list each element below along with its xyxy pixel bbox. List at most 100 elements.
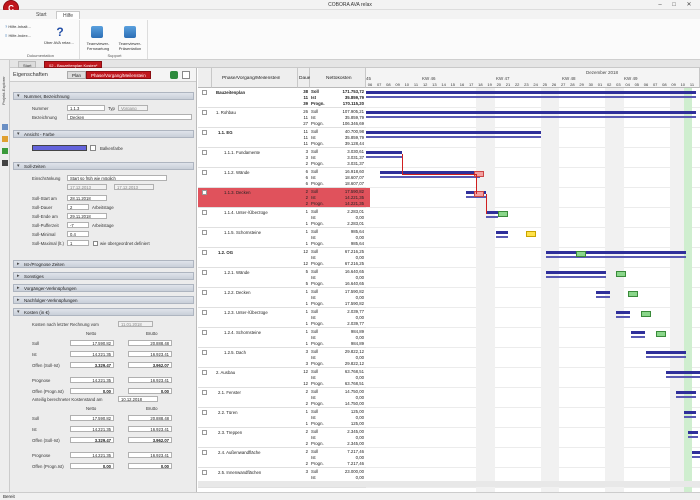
teamviewer-presentation-icon[interactable] [124, 26, 136, 38]
table-row[interactable]: 2.4. Außenwandfläche 2 Soll 7.217,46 Ist 0,00… [198, 448, 370, 468]
table-row[interactable]: 1.1.2. Wände 6 Soll 16.918,60 6 Ist 18.607,07 6… [198, 168, 370, 188]
table-row[interactable]: 2.2. Türen 1 Soll 125,00 Ist 0,00 1 Progn. 125,0… [198, 408, 370, 428]
nummer-field[interactable]: 1.1.3 [67, 105, 105, 111]
gantt-bar-ist[interactable] [684, 416, 696, 418]
section-vorganger[interactable]: Vorgänger-Verknüpfungen [13, 284, 194, 292]
row-checkbox[interactable] [202, 110, 207, 115]
color-picker-icon[interactable] [90, 145, 96, 151]
table-row[interactable]: 1.1.3. Decken 2 Soll 17.590,82 2 Ist 14.221,35… [198, 188, 370, 208]
gantt-bar-ist[interactable] [366, 96, 696, 98]
cost-marker-icon[interactable] [628, 291, 638, 297]
header-nettokosten[interactable]: Nettokosten [310, 68, 366, 88]
row-checkbox[interactable] [202, 310, 207, 315]
tab-phase-vorgang[interactable]: Phase/Vorgang/Meilenstein [86, 71, 151, 79]
tab-projekt-explorer[interactable]: Projekt-Explorer [1, 66, 9, 116]
gantt-bar-soll[interactable] [666, 371, 700, 374]
minimal-field[interactable]: 0,4 [67, 231, 89, 237]
row-checkbox[interactable] [202, 350, 207, 355]
table-row[interactable]: 1.1.1. Fundamente 3 Soll 3.030,61 3 Ist 3.031,… [198, 148, 370, 168]
ribbon-hilfe-inhalt[interactable]: ? Hilfe-Inhalt... [5, 24, 31, 29]
gantt-bar-ist[interactable] [631, 336, 645, 338]
sollende-field[interactable]: 29.11.2018 [67, 213, 107, 219]
table-row[interactable]: 1.1. EG 11 Soll 40.700,98 11 Ist 35.859,79 11 Pr… [198, 128, 370, 148]
gantt-bar-soll[interactable] [692, 451, 700, 454]
horizontal-scrollbar[interactable] [198, 481, 700, 487]
header-dauer[interactable]: Dauer [298, 68, 312, 88]
gantt-bar-soll[interactable] [366, 131, 541, 134]
close-icon[interactable]: ✕ [683, 1, 695, 9]
table-row[interactable]: 2.1. Fenster 2 Soll 14.750,00 Ist 0,00 2 Progn.… [198, 388, 370, 408]
row-checkbox[interactable] [202, 370, 207, 375]
doc-tab-start[interactable]: Start [18, 61, 37, 68]
puffer-field[interactable]: -7 [67, 222, 89, 228]
table-row[interactable]: Bauzeitenplan 38 Soll 171.753,72 11 Ist 35.859… [198, 88, 370, 108]
gantt-bar-ist[interactable] [616, 316, 630, 318]
gantt-bar-ist[interactable] [366, 156, 402, 158]
gantt-bar-ist[interactable] [366, 136, 541, 138]
section-nummer[interactable]: Nummer, Bezeichnung [13, 92, 194, 100]
gantt-bar-ist[interactable] [546, 256, 686, 258]
gantt-bar-ist[interactable] [676, 396, 696, 398]
section-soll[interactable]: Soll-Zeiten [13, 162, 194, 170]
gantt-bar-ist[interactable] [486, 216, 498, 218]
tab-plan[interactable]: Plan [67, 71, 87, 79]
table-row[interactable]: 1.2.5. Dach 3 Soll 29.822,12 Ist 0,00 3 Progn. 2… [198, 348, 370, 368]
gantt-bar-ist[interactable] [666, 376, 700, 378]
row-checkbox[interactable] [202, 330, 207, 335]
table-row[interactable]: 1.1.5. Schornsteine 1 Soll 985,64 Ist 0,00 1 Pr… [198, 228, 370, 248]
ribbon-tab-start[interactable]: Start [30, 11, 53, 19]
gantt-bar-soll[interactable] [496, 231, 508, 234]
teamviewer-icon[interactable] [91, 26, 103, 38]
gantt-bar-soll[interactable] [486, 211, 498, 214]
cost-marker-icon[interactable] [526, 231, 536, 237]
table-row[interactable]: 1.2. OG 12 Soll 67.216,25 Ist 0,00 12 Progn. 67.… [198, 248, 370, 268]
row-checkbox[interactable] [202, 430, 207, 435]
section-nachfolger[interactable]: Nachfolger-Verknüpfungen [13, 296, 194, 304]
row-checkbox[interactable] [202, 170, 207, 175]
row-checkbox[interactable] [202, 210, 207, 215]
gantt-bar-soll[interactable] [631, 331, 645, 334]
cost-marker-icon[interactable] [616, 271, 626, 277]
maximal-checkbox[interactable] [93, 241, 98, 246]
tool-icon-3[interactable] [2, 148, 8, 154]
gantt-bar-soll[interactable] [646, 351, 686, 354]
section-ist[interactable]: Ist-/Prognose Zeiten [13, 260, 194, 268]
section-ansicht[interactable]: Ansicht - Farbe [13, 130, 194, 138]
doc-tab-bauzeitenplan[interactable]: 02 - Bauzeitenplan Kosten* [44, 61, 103, 68]
row-checkbox[interactable] [202, 290, 207, 295]
table-row[interactable]: 2.3. Treppen 2 Soll 2.345,00 Ist 0,00 2 Progn. 2… [198, 428, 370, 448]
table-row[interactable]: 1. Rohbau 26 Soll 107.905,21 11 Ist 35.859,79 2… [198, 108, 370, 128]
table-row[interactable]: 1.2.4. Schornsteine 1 Soll 984,89 Ist 0,00 1 Pr… [198, 328, 370, 348]
row-checkbox[interactable] [202, 230, 207, 235]
gantt-bar-ist[interactable] [688, 436, 698, 438]
refresh-icon[interactable] [170, 71, 178, 79]
ribbon-tab-hilfe[interactable]: Hilfe [56, 11, 81, 19]
solldauer-field[interactable]: 2 [67, 204, 89, 210]
row-checkbox[interactable] [202, 470, 207, 475]
balkenfarbe-swatch[interactable] [32, 145, 87, 151]
row-checkbox[interactable] [202, 270, 207, 275]
table-row[interactable]: 1.2.3. Unter-/Überzüge 1 Soll 2.039,77 Ist 0,… [198, 308, 370, 328]
pin-icon[interactable] [182, 71, 190, 79]
row-checkbox[interactable] [202, 150, 207, 155]
gantt-bar-soll[interactable] [366, 91, 696, 94]
gantt-bar-ist[interactable] [546, 276, 606, 278]
cost-marker-icon[interactable] [576, 251, 586, 257]
row-checkbox[interactable] [202, 190, 207, 195]
tool-icon-4[interactable] [2, 160, 8, 166]
bezeichnung-field[interactable]: Decken [67, 114, 192, 120]
maximize-icon[interactable]: □ [668, 1, 680, 9]
sollstart-field[interactable]: 28.11.2018 [67, 195, 107, 201]
cost-marker-icon[interactable] [641, 311, 651, 317]
tool-icon-2[interactable] [2, 136, 8, 142]
row-checkbox[interactable] [202, 390, 207, 395]
about-icon[interactable]: ? [54, 26, 66, 38]
gantt-bar-soll[interactable] [684, 411, 696, 414]
gantt-bar-ist[interactable] [380, 176, 480, 178]
gantt-bar-ist[interactable] [596, 296, 610, 298]
maximal-field[interactable]: 1 [67, 240, 89, 246]
table-row[interactable]: 1.2.2. Decken 1 Soll 17.590,82 Ist 0,00 1 Progn… [198, 288, 370, 308]
table-row[interactable]: 1.2.1. Wände 5 Soll 16.640,65 Ist 0,00 5 Progn.… [198, 268, 370, 288]
einschraenkung-select[interactable]: Start so früh wie möglich [67, 175, 167, 181]
minimize-icon[interactable]: – [654, 1, 666, 9]
